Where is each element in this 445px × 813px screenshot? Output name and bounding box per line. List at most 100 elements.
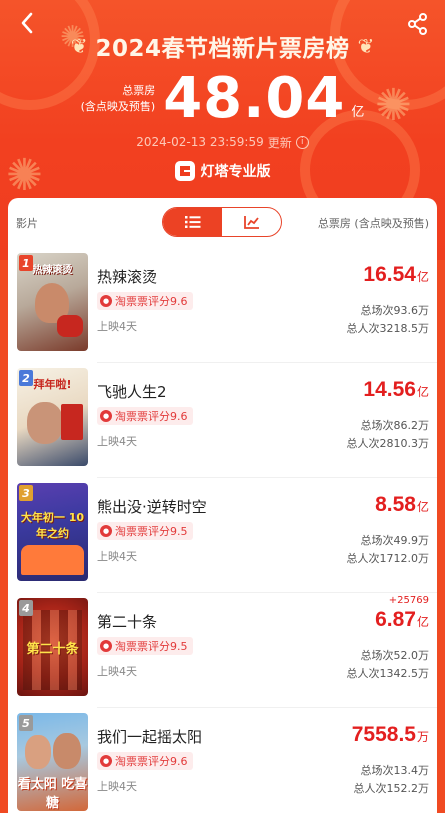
rank-badge: 4 — [19, 600, 33, 616]
release-days: 上映4天 — [97, 320, 137, 333]
movie-poster: 看太阳 吃喜糖 5 — [17, 713, 88, 811]
movie-title: 第二十条 — [97, 613, 158, 631]
movie-poster: 第二十条 4 — [17, 598, 88, 696]
total-admissions: 总人次1342.5万 — [346, 667, 430, 680]
total-unit: 亿 — [351, 104, 365, 120]
total-label-line1: 总票房 — [122, 84, 156, 97]
box-office-value: 8.58亿 — [375, 493, 429, 517]
poster-figure — [53, 733, 81, 769]
box-office-column-label: 总票房 (含点映及预售) — [317, 217, 429, 230]
box-unit: 亿 — [416, 500, 429, 514]
rating-badge: ● 淘票票评分9.6 — [97, 407, 193, 425]
list-icon — [184, 216, 200, 228]
poster-title: 看太阳 吃喜糖 — [17, 777, 88, 811]
rating-badge: ● 淘票票评分9.5 — [97, 637, 193, 655]
taopiaopiao-logo-icon: ● — [100, 755, 112, 767]
total-admissions: 总人次2810.3万 — [346, 437, 430, 450]
rating-text: 淘票票评分9.6 — [115, 755, 188, 768]
brand-row[interactable]: 灯塔专业版 — [0, 160, 445, 182]
total-screenings: 总场次93.6万 — [360, 304, 430, 317]
release-days: 上映4天 — [97, 550, 137, 563]
rank-badge: 1 — [19, 255, 33, 271]
total-value: 48.04 — [163, 66, 346, 131]
rating-text: 淘票票评分9.5 — [115, 525, 188, 538]
poster-boxing-glove — [57, 315, 83, 337]
box-number: 14.56 — [363, 378, 416, 401]
view-toggle — [162, 207, 282, 237]
movie-title: 我们一起摇太阳 — [97, 728, 203, 746]
chart-icon — [243, 216, 259, 229]
movie-title: 热辣滚烫 — [97, 268, 158, 286]
taopiaopiao-logo-icon: ● — [100, 640, 112, 652]
rank-badge: 3 — [19, 485, 33, 501]
poster-title: 大年初一 10年之约 — [20, 511, 85, 540]
movie-row[interactable]: 第二十条 4 第二十条 ● 淘票票评分9.5 上映4天 +25769 6.87亿… — [8, 593, 437, 708]
box-office-value: 16.54亿 — [363, 263, 429, 287]
info-icon[interactable]: i — [295, 135, 309, 149]
movie-poster: 大年初一 10年之约 3 — [17, 483, 88, 581]
box-unit: 万 — [416, 730, 429, 744]
box-number: 16.54 — [363, 263, 416, 286]
movie-poster: 拜年啦! 2 — [17, 368, 88, 466]
poster-title: 第二十条 — [26, 642, 79, 657]
poster-figure — [25, 735, 51, 769]
movie-row[interactable]: 大年初一 10年之约 3 熊出没·逆转时空 ● 淘票票评分9.5 上映4天 8.… — [8, 478, 437, 593]
movie-row[interactable]: 拜年啦! 2 飞驰人生2 ● 淘票票评分9.6 上映4天 14.56亿 总场次8… — [8, 363, 437, 478]
box-number: 8.58 — [375, 493, 416, 516]
rating-text: 淘票票评分9.6 — [115, 410, 188, 423]
release-days: 上映4天 — [97, 435, 137, 448]
list-view-button[interactable] — [163, 208, 222, 236]
movie-poster: 热辣滚烫 1 — [17, 253, 88, 351]
release-days: 上映4天 — [97, 665, 137, 678]
taopiaopiao-logo-icon: ● — [100, 410, 112, 422]
release-days: 上映4天 — [97, 780, 137, 793]
box-number: 7558.5 — [351, 723, 416, 746]
poster-couplet — [61, 404, 83, 440]
box-office-list-card: 影片 总票房 (含点映及预售) 热辣滚烫 1 热辣滚烫 ● 淘票票评分9.6 上… — [8, 198, 437, 813]
box-unit: 亿 — [416, 615, 429, 629]
box-unit: 亿 — [416, 385, 429, 399]
box-delta: +25769 — [388, 595, 429, 606]
box-number: 6.87 — [375, 608, 416, 631]
total-screenings: 总场次86.2万 — [360, 419, 430, 432]
movie-row[interactable]: 热辣滚烫 1 热辣滚烫 ● 淘票票评分9.6 上映4天 16.54亿 总场次93… — [8, 248, 437, 363]
taopiaopiao-logo-icon: ● — [100, 295, 112, 307]
movie-title: 熊出没·逆转时空 — [97, 498, 207, 516]
total-label: 总票房 (含点映及预售) — [81, 83, 156, 115]
movie-column-label: 影片 — [16, 217, 38, 230]
update-time-row: 2024-02-13 23:59:59 更新 i — [0, 132, 445, 152]
total-box-office: 总票房 (含点映及预售) 48.04 亿 — [0, 66, 445, 132]
page-title: 2024春节档新片票房榜 — [95, 36, 350, 62]
update-time: 2024-02-13 23:59:59 — [136, 135, 264, 149]
box-office-value: 6.87亿 — [375, 608, 429, 632]
brand-name: 灯塔专业版 — [200, 164, 271, 180]
chart-view-button[interactable] — [222, 208, 281, 236]
rank-badge: 2 — [19, 370, 33, 386]
rating-text: 淘票票评分9.5 — [115, 640, 188, 653]
box-office-value: 7558.5万 — [352, 723, 429, 747]
rank-badge: 5 — [19, 715, 33, 731]
total-screenings: 总场次49.9万 — [360, 534, 430, 547]
total-screenings: 总场次13.4万 — [360, 764, 430, 777]
total-screenings: 总场次52.0万 — [360, 649, 430, 662]
laurel-right-icon: ❦ — [357, 34, 375, 58]
list-header: 影片 总票房 (含点映及预售) — [8, 198, 437, 246]
update-suffix: 更新 — [267, 135, 292, 150]
poster-figure — [27, 402, 63, 444]
movie-row[interactable]: 看太阳 吃喜糖 5 我们一起摇太阳 ● 淘票票评分9.6 上映4天 7558.5… — [8, 708, 437, 813]
taopiaopiao-logo-icon: ● — [100, 525, 112, 537]
rating-badge: ● 淘票票评分9.6 — [97, 292, 193, 310]
poster-figures — [21, 545, 84, 575]
page-title-row: ❦ 2024春节档新片票房榜 ❦ — [0, 28, 445, 64]
rating-text: 淘票票评分9.6 — [115, 295, 188, 308]
movie-title: 飞驰人生2 — [97, 383, 167, 401]
total-admissions: 总人次3218.5万 — [346, 322, 430, 335]
laurel-left-icon: ❦ — [70, 34, 88, 58]
box-unit: 亿 — [416, 270, 429, 284]
rating-badge: ● 淘票票评分9.5 — [97, 522, 193, 540]
rating-badge: ● 淘票票评分9.6 — [97, 752, 193, 770]
total-label-line2: (含点映及预售) — [80, 100, 156, 113]
box-office-value: 14.56亿 — [363, 378, 429, 402]
total-admissions: 总人次152.2万 — [353, 782, 430, 795]
brand-logo-icon — [174, 161, 195, 181]
